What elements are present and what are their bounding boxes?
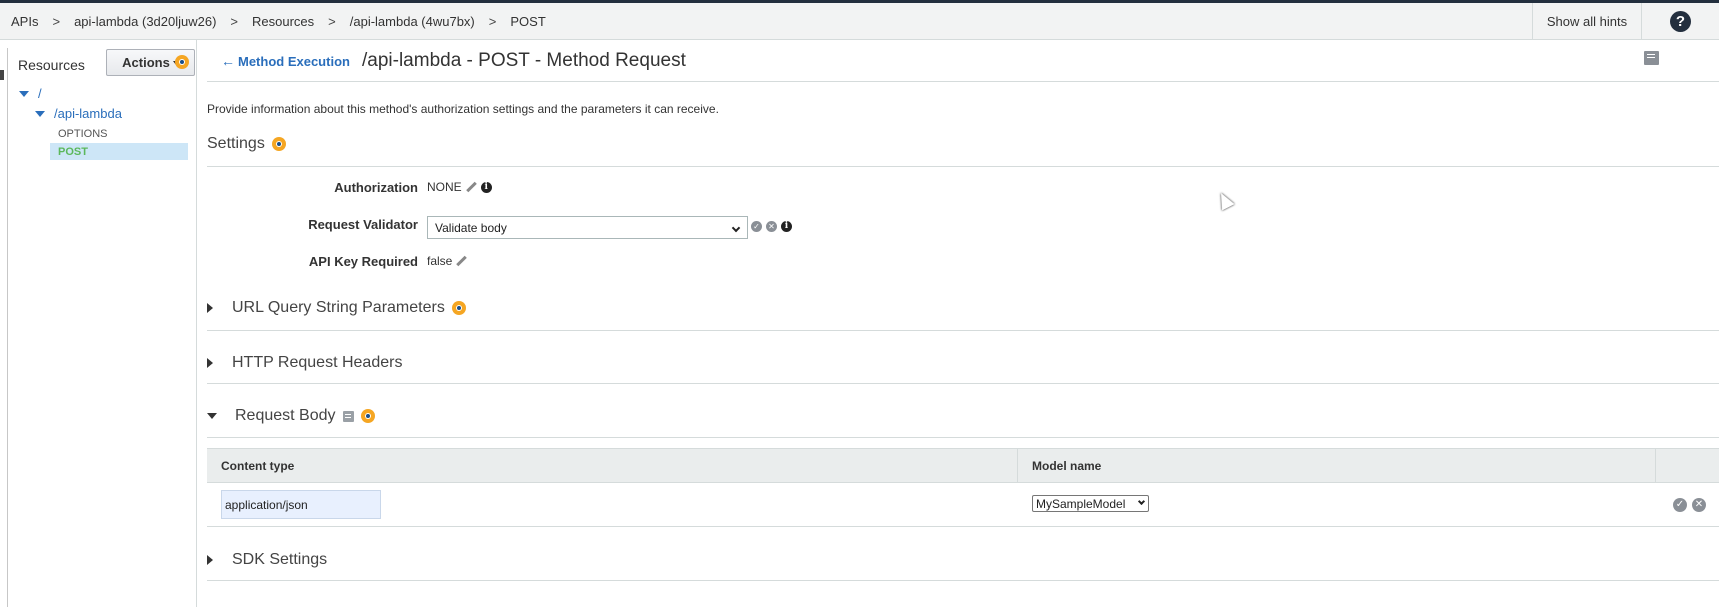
authorization-label: Authorization xyxy=(334,180,418,195)
method-request-panel: ← Method Execution /api-lambda - POST - … xyxy=(198,40,1719,607)
top-bar: APIs > api-lambda (3d20ljuw26) > Resourc… xyxy=(0,3,1719,40)
request-validator-value: Validate body xyxy=(435,220,507,235)
cancel-icon[interactable]: ✕ xyxy=(766,221,777,232)
arrow-left-icon: ← xyxy=(221,53,235,69)
documentation-icon[interactable] xyxy=(1644,51,1659,65)
method-execution-link[interactable]: ← Method Execution xyxy=(221,53,350,69)
authorization-value: NONE i xyxy=(427,180,492,194)
request-validator-select[interactable]: Validate body xyxy=(427,216,748,239)
section-label: HTTP Request Headers xyxy=(232,354,403,371)
hint-icon[interactable] xyxy=(175,55,189,69)
documentation-icon[interactable] xyxy=(342,410,354,422)
section-request-body[interactable]: Request Body xyxy=(207,407,375,425)
table-row: application/json MySampleModel ✓ ✕ xyxy=(207,483,1719,527)
section-url-query-params[interactable]: URL Query String Parameters xyxy=(207,299,466,317)
actions-label: Actions xyxy=(122,55,170,70)
edit-pencil-icon[interactable] xyxy=(456,256,467,267)
authorization-text: NONE xyxy=(427,180,462,194)
breadcrumb-separator: > xyxy=(230,14,239,29)
table-header: Content type Model name xyxy=(207,448,1719,483)
tree-method-options[interactable]: OPTIONS xyxy=(50,125,188,142)
caret-right-icon[interactable] xyxy=(207,555,213,565)
content-type-input[interactable]: application/json xyxy=(221,490,381,519)
divider xyxy=(207,330,1719,331)
tree-item-label: / xyxy=(38,86,42,101)
collapsed-nav-edge[interactable] xyxy=(0,48,8,607)
cancel-icon[interactable]: ✕ xyxy=(1692,498,1706,512)
page-description: Provide information about this method's … xyxy=(207,102,719,116)
section-http-headers[interactable]: HTTP Request Headers xyxy=(207,354,402,372)
method-execution-label: Method Execution xyxy=(238,53,350,69)
caret-right-icon[interactable] xyxy=(207,303,213,313)
column-header-model-name: Model name xyxy=(1032,459,1102,473)
tree-method-post[interactable]: POST xyxy=(50,143,188,160)
divider xyxy=(207,437,1719,438)
help-button[interactable]: ? xyxy=(1641,3,1719,40)
caret-right-icon[interactable] xyxy=(207,358,213,368)
confirm-icon[interactable]: ✓ xyxy=(751,221,762,232)
settings-heading-label: Settings xyxy=(207,135,265,152)
model-name-select[interactable]: MySampleModel xyxy=(1032,495,1149,512)
tree-item-api-lambda[interactable]: /api-lambda xyxy=(35,106,122,121)
hint-icon[interactable] xyxy=(271,137,286,151)
request-validator-label: Request Validator xyxy=(308,217,418,232)
column-header-content-type: Content type xyxy=(221,459,295,473)
api-key-required-value: false xyxy=(427,254,467,268)
help-icon: ? xyxy=(1670,11,1691,32)
caret-down-icon[interactable] xyxy=(19,90,29,97)
edit-pencil-icon[interactable] xyxy=(466,182,477,193)
breadcrumb-separator: > xyxy=(328,14,336,29)
breadcrumb-method: POST xyxy=(510,14,546,29)
breadcrumb-resource[interactable]: /api-lambda (4wu7bx) xyxy=(350,14,475,29)
breadcrumb-separator: > xyxy=(488,14,497,29)
divider xyxy=(207,81,1719,82)
confirm-icon[interactable]: ✓ xyxy=(1673,498,1687,512)
show-all-hints-button[interactable]: Show all hints xyxy=(1532,3,1641,40)
breadcrumb-apis[interactable]: APIs xyxy=(11,14,38,29)
hint-icon[interactable] xyxy=(360,409,375,423)
settings-heading: Settings xyxy=(207,135,286,153)
tree-item-root[interactable]: / xyxy=(19,86,42,101)
info-icon[interactable]: i xyxy=(480,181,492,193)
breadcrumb-separator: > xyxy=(52,14,61,29)
caret-down-icon[interactable] xyxy=(35,110,45,117)
hint-icon[interactable] xyxy=(451,301,466,315)
collapse-handle[interactable] xyxy=(0,70,4,80)
divider xyxy=(207,383,1719,384)
column-divider xyxy=(1655,449,1656,482)
page-title: /api-lambda - POST - Method Request xyxy=(362,50,686,71)
resources-title: Resources xyxy=(18,57,85,73)
info-icon[interactable]: i xyxy=(781,221,792,232)
column-divider xyxy=(1017,449,1018,482)
chevron-down-icon xyxy=(1137,497,1146,506)
model-name-value: MySampleModel xyxy=(1036,496,1126,511)
divider xyxy=(207,580,1719,581)
caret-down-icon[interactable] xyxy=(207,413,217,419)
section-label: Request Body xyxy=(235,407,336,424)
breadcrumb-resources[interactable]: Resources xyxy=(252,14,314,29)
request-body-table: Content type Model name application/json… xyxy=(207,448,1719,527)
section-label: SDK Settings xyxy=(232,551,328,568)
tree-item-label: /api-lambda xyxy=(54,106,122,121)
section-sdk-settings[interactable]: SDK Settings xyxy=(207,551,327,569)
breadcrumb: APIs > api-lambda (3d20ljuw26) > Resourc… xyxy=(11,3,546,40)
breadcrumb-api[interactable]: api-lambda (3d20ljuw26) xyxy=(74,14,216,29)
api-key-required-label: API Key Required xyxy=(308,254,418,269)
chevron-down-icon xyxy=(731,223,741,233)
api-key-required-text: false xyxy=(427,254,453,268)
divider xyxy=(207,166,1719,167)
section-label: URL Query String Parameters xyxy=(232,299,445,316)
validator-actions: ✓ ✕ i xyxy=(751,221,792,232)
resources-sidebar: Resources Actions / /api-lambda OPTIONS … xyxy=(8,40,197,607)
